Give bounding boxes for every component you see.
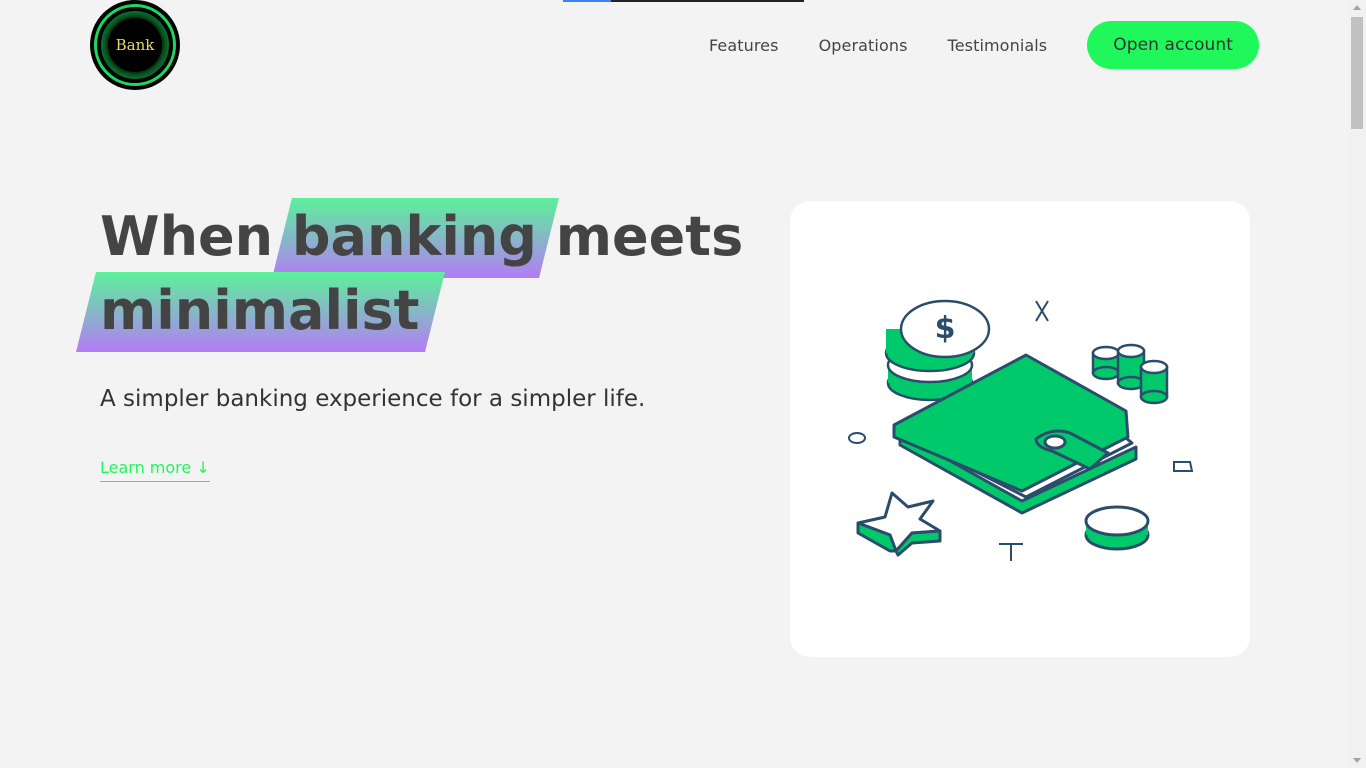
svg-text:$: $ bbox=[935, 311, 956, 346]
bank-logo[interactable]: Bank bbox=[90, 0, 180, 90]
hero-title-highlight-banking: banking bbox=[292, 200, 537, 274]
hero-subtitle: A simpler banking experience for a simpl… bbox=[100, 386, 646, 412]
hero-title-word-1: When bbox=[100, 205, 274, 268]
nav-link-operations[interactable]: Operations bbox=[819, 36, 908, 55]
hero-illustration-card: $ bbox=[790, 201, 1250, 657]
hero-title-word-2: meets bbox=[555, 205, 744, 268]
scrollbar-thumb[interactable] bbox=[1351, 17, 1363, 129]
coin-icon bbox=[1084, 505, 1150, 551]
coin-stack-icon bbox=[1091, 343, 1169, 405]
nav-link-testimonials[interactable]: Testimonials bbox=[948, 36, 1048, 55]
main-nav: Features Operations Testimonials Open ac… bbox=[669, 21, 1259, 69]
nav-link-features[interactable]: Features bbox=[709, 36, 779, 55]
vertical-scrollbar[interactable] bbox=[1349, 0, 1366, 768]
hero-title: When banking meets minimalist bbox=[100, 200, 780, 348]
hero-illustration: $ bbox=[848, 299, 1194, 561]
scroll-down-arrow-icon[interactable] bbox=[1353, 758, 1361, 763]
open-account-button[interactable]: Open account bbox=[1087, 21, 1259, 69]
top-progress-bar bbox=[563, 0, 804, 2]
scroll-up-arrow-icon[interactable] bbox=[1353, 5, 1361, 10]
learn-more-link[interactable]: Learn more ↓ bbox=[100, 458, 210, 482]
hero-title-highlight-minimalist: minimalist bbox=[100, 274, 419, 348]
star-icon bbox=[856, 491, 942, 557]
logo-text: Bank bbox=[115, 36, 155, 54]
